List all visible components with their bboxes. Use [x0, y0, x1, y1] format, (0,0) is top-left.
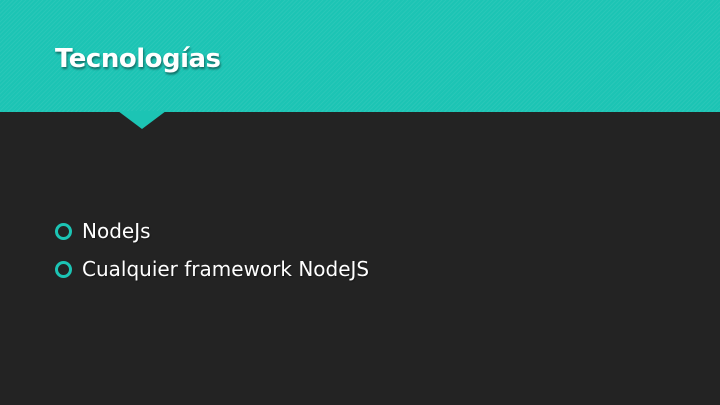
ring-bullet-icon — [55, 260, 72, 278]
bullet-list: NodeJs Cualquier framework NodeJS — [55, 212, 369, 288]
slide: Tecnologías NodeJs Cualquier framework N… — [0, 0, 720, 405]
bullet-item: NodeJs — [55, 212, 369, 250]
ring-bullet-icon — [55, 222, 72, 240]
bullet-text: NodeJs — [82, 219, 151, 243]
slide-title: Tecnologías — [55, 44, 221, 74]
bullet-text: Cualquier framework NodeJS — [82, 257, 370, 281]
bullet-item: Cualquier framework NodeJS — [55, 250, 369, 288]
title-notch — [118, 111, 166, 129]
